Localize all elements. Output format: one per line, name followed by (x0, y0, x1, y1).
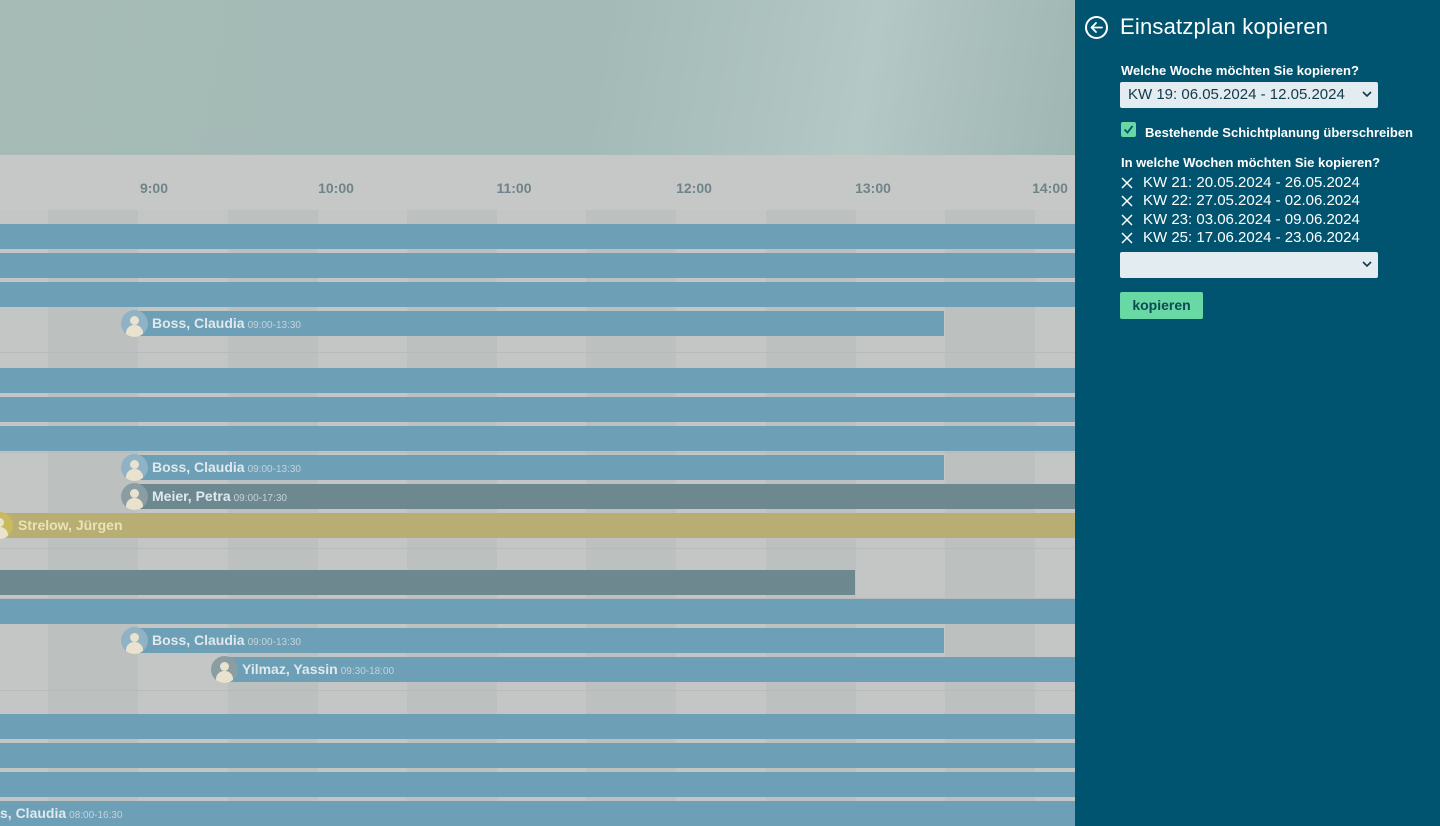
shift-bar[interactable] (0, 253, 1075, 278)
shift-bar[interactable]: Boss, Claudia 09:00-13:30 (135, 311, 944, 336)
copy-button[interactable]: kopieren (1120, 292, 1203, 319)
hour-label: 12:00 (676, 180, 712, 196)
source-week-label: Welche Woche möchten Sie kopieren? (1121, 63, 1359, 78)
hour-label: 13:00 (855, 180, 891, 196)
shift-bar[interactable] (0, 282, 1075, 307)
shift-name: Boss, Claudia (152, 632, 245, 648)
user-avatar-icon (121, 310, 148, 337)
target-week-text: KW 23: 03.06.2024 - 09.06.2024 (1143, 211, 1360, 228)
target-week-text: KW 21: 20.05.2024 - 26.05.2024 (1143, 174, 1360, 191)
shift-name: Meier, Petra (152, 488, 231, 504)
target-week-text: KW 22: 27.05.2024 - 02.06.2024 (1143, 192, 1360, 209)
shift-bar[interactable]: Yilmaz, Yassin 09:30-18:00 (225, 657, 1075, 682)
shift-bar[interactable]: s, Claudia 08:00-16:30 (0, 801, 1075, 826)
schedule-view: 9:00 10:00 11:00 12:00 13:00 14:00 Boss,… (0, 0, 1075, 826)
checkmark-icon (1123, 125, 1134, 134)
shift-bar[interactable]: Strelow, Jürgen (0, 513, 1075, 538)
chevron-down-icon (1362, 261, 1372, 268)
source-week-select[interactable]: KW 19: 06.05.2024 - 12.05.2024 (1120, 82, 1378, 108)
row-divider (0, 690, 1075, 691)
shift-time: 08:00-16:30 (69, 810, 123, 821)
overwrite-checkbox[interactable] (1121, 122, 1136, 137)
shift-name: Boss, Claudia (152, 459, 245, 475)
close-icon[interactable] (1121, 232, 1133, 244)
shift-bar[interactable]: Boss, Claudia 09:00-13:30 (135, 455, 944, 480)
target-weeks-label: In welche Wochen möchten Sie kopieren? (1121, 155, 1381, 170)
shift-name: Boss, Claudia (152, 315, 245, 331)
shift-bar[interactable]: Boss, Claudia 09:00-13:30 (135, 628, 944, 653)
shift-bar[interactable] (0, 368, 1075, 393)
row-divider (0, 352, 1075, 353)
hour-label: 9:00 (139, 180, 169, 196)
close-icon[interactable] (1121, 195, 1133, 207)
shift-name: Strelow, Jürgen (18, 517, 123, 533)
chevron-down-icon (1362, 91, 1372, 98)
shift-bar[interactable] (0, 426, 1075, 451)
shift-time: 09:30-18:00 (340, 666, 395, 677)
row-divider (0, 548, 1075, 549)
shift-name: Yilmaz, Yassin (242, 661, 338, 677)
user-avatar-icon (211, 656, 238, 683)
shift-bar[interactable] (0, 570, 855, 595)
user-avatar-icon (121, 454, 148, 481)
add-week-select[interactable] (1120, 252, 1378, 278)
shift-bar[interactable] (0, 599, 1075, 624)
shift-time: 09:00-13:30 (247, 320, 301, 331)
hour-label: 10:00 (318, 180, 354, 196)
shift-bar[interactable] (0, 714, 1075, 739)
row-divider (0, 452, 1075, 453)
shift-bar[interactable] (0, 397, 1075, 422)
user-avatar-icon (121, 627, 148, 654)
back-button[interactable] (1085, 16, 1108, 39)
arrow-left-icon (1090, 22, 1103, 33)
hour-label: 11:00 (496, 180, 532, 196)
shift-bar[interactable] (0, 772, 1075, 797)
hour-label: 14:00 (1032, 180, 1068, 196)
close-icon[interactable] (1121, 177, 1133, 189)
panel-title: Einsatzplan kopieren (1120, 14, 1329, 39)
shift-time: 09:00-17:30 (233, 493, 287, 504)
shift-bar[interactable] (0, 743, 1075, 768)
shift-bar[interactable] (0, 224, 1075, 249)
user-avatar-icon (121, 483, 148, 510)
shift-name: s, Claudia (0, 805, 67, 821)
copy-plan-panel: Einsatzplan kopieren Welche Woche möchte… (1075, 0, 1440, 826)
shift-time: 09:00-13:30 (247, 464, 301, 475)
overwrite-label: Bestehende Schichtplanung überschreiben (1145, 125, 1413, 140)
shift-time: 09:00-13:30 (247, 637, 301, 648)
close-icon[interactable] (1121, 214, 1133, 226)
target-week-text: KW 25: 17.06.2024 - 23.06.2024 (1143, 229, 1360, 246)
schedule-header-band (0, 0, 1075, 155)
shift-bar[interactable]: Meier, Petra 09:00-17:30 (135, 484, 1075, 509)
source-week-value: KW 19: 06.05.2024 - 12.05.2024 (1128, 86, 1345, 103)
